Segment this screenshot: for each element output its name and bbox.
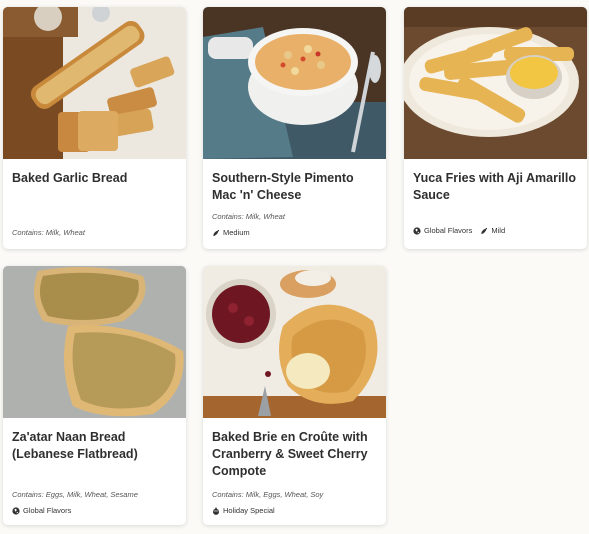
pepper-icon (480, 227, 488, 235)
tag-list: Global Flavors Mild (413, 226, 581, 236)
recipe-title[interactable]: Baked Brie en Croûte with Cranberry & Sw… (212, 429, 377, 480)
recipe-card-garlic-bread[interactable]: Baked Garlic Bread Contains: Milk, Wheat (3, 7, 186, 249)
allergens-text: Contains: Eggs, Milk, Wheat, Sesame (12, 490, 138, 499)
allergens-text: Contains: Milk, Eggs, Wheat, Soy (212, 490, 324, 499)
recipe-card-baked-brie[interactable]: Baked Brie en Croûte with Cranberry & Sw… (203, 266, 386, 525)
recipe-image-mac-cheese[interactable] (203, 7, 386, 159)
globe-icon (413, 227, 421, 235)
tag-list: Holiday Special (212, 506, 380, 516)
pepper-icon (212, 229, 220, 237)
tag-label: Global Flavors (424, 226, 473, 235)
holiday-tag: Holiday Special (212, 506, 275, 516)
recipe-card-zaatar-naan[interactable]: Za'atar Naan Bread (Lebanese Flatbread) … (3, 266, 186, 525)
tag-label: Medium (223, 228, 250, 237)
globe-icon (12, 507, 20, 515)
tag-label: Global Flavors (23, 506, 72, 515)
tag-label: Holiday Special (223, 506, 275, 515)
tag-list: Medium (212, 228, 380, 238)
recipe-title[interactable]: Baked Garlic Bread (12, 170, 177, 187)
recipe-image-yuca-fries[interactable] (404, 7, 587, 159)
ornament-icon (212, 507, 220, 515)
recipe-image-baked-brie[interactable] (203, 266, 386, 418)
allergens-text: Contains: Milk, Wheat (12, 228, 85, 237)
global-tag: Global Flavors (12, 506, 71, 516)
recipe-card-yuca-fries[interactable]: Yuca Fries with Aji Amarillo Sauce Globa… (404, 7, 587, 249)
tag-list: Global Flavors (12, 506, 180, 516)
allergens-text: Contains: Milk, Wheat (212, 212, 285, 221)
recipe-title[interactable]: Yuca Fries with Aji Amarillo Sauce (413, 170, 578, 204)
spice-tag: Medium (212, 228, 250, 238)
recipe-image-garlic-bread[interactable] (3, 7, 186, 159)
spice-tag: Mild (480, 226, 505, 236)
tag-label: Mild (491, 226, 506, 235)
recipe-image-zaatar-naan[interactable] (3, 266, 186, 418)
recipe-card-mac-cheese[interactable]: Southern-Style Pimento Mac 'n' Cheese Co… (203, 7, 386, 249)
recipe-title[interactable]: Za'atar Naan Bread (Lebanese Flatbread) (12, 429, 177, 463)
global-tag: Global Flavors (413, 226, 472, 236)
recipe-title[interactable]: Southern-Style Pimento Mac 'n' Cheese (212, 170, 377, 204)
